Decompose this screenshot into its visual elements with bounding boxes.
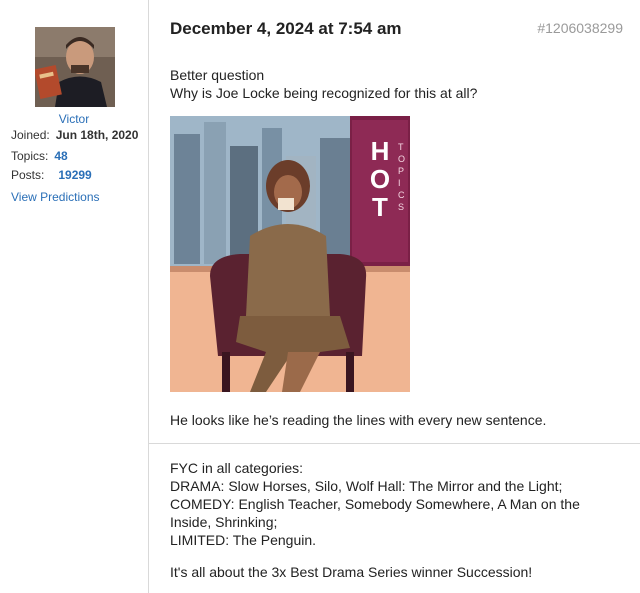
svg-text:I: I: [398, 178, 401, 188]
svg-text:H: H: [371, 136, 390, 166]
avatar-image: [35, 27, 115, 107]
post-caption: He looks like he’s reading the lines wit…: [170, 412, 547, 428]
post-text-line: Better question: [170, 67, 265, 83]
posts-row: Posts: 19299: [11, 168, 92, 182]
username-link[interactable]: Victor: [0, 112, 148, 126]
posts-label: Posts:: [11, 168, 45, 182]
topics-row: Topics: 48: [11, 149, 68, 163]
svg-text:P: P: [398, 166, 404, 176]
signature-line: LIMITED: The Penguin.: [170, 532, 317, 548]
post-permalink[interactable]: #1206038299: [537, 20, 623, 36]
joined-value: Jun 18th, 2020: [55, 128, 139, 142]
joined-label: Joined:: [11, 128, 50, 142]
joined-row: Joined: Jun 18th, 2020: [11, 128, 138, 142]
post-text-line: Why is Joe Locke being recognized for th…: [170, 85, 478, 101]
post-gif-image: H O T T O P I C S: [170, 116, 410, 392]
svg-text:T: T: [398, 142, 404, 152]
signature-line: DRAMA: Slow Horses, Silo, Wolf Hall: The…: [170, 478, 563, 494]
author-sidebar: Victor Joined: Jun 18th, 2020 Topics: 48 P…: [0, 0, 149, 593]
svg-text:T: T: [372, 192, 388, 222]
svg-text:O: O: [370, 164, 390, 194]
signature-divider: [148, 443, 640, 444]
topics-value-link[interactable]: 48: [54, 149, 67, 163]
svg-text:S: S: [398, 202, 404, 212]
signature-line: FYC in all categories:: [170, 460, 304, 476]
posts-value-link[interactable]: 19299: [58, 168, 91, 182]
signature-line: COMEDY: English Teacher, Somebody Somewh…: [170, 496, 580, 530]
user-signature: FYC in all categories: DRAMA: Slow Horse…: [170, 459, 620, 549]
post-date: December 4, 2024 at 7:54 am: [170, 19, 402, 38]
signature-line: It's all about the 3x Best Drama Series …: [170, 564, 533, 580]
svg-text:C: C: [398, 190, 405, 200]
avatar[interactable]: [35, 27, 115, 107]
svg-text:O: O: [398, 154, 405, 164]
topics-label: Topics:: [11, 149, 49, 163]
view-predictions-link[interactable]: View Predictions: [11, 190, 100, 204]
